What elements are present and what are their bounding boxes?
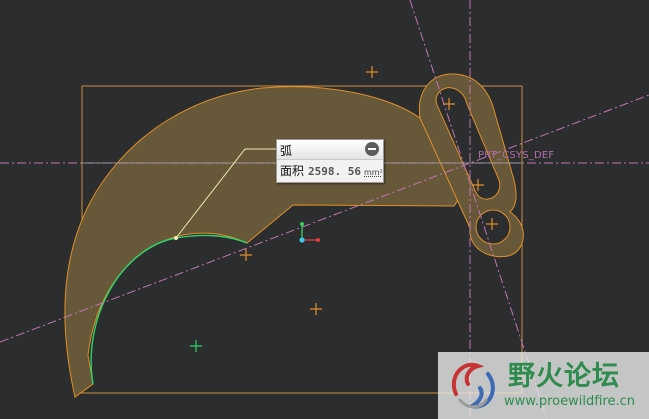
coordinate-triad-icon xyxy=(299,222,320,243)
watermark-site-name: 野火论坛 xyxy=(508,361,620,392)
csys-label: PRT_CSYS_DEF xyxy=(478,150,555,161)
leader-anchor-point xyxy=(174,236,178,240)
watermark: 野火论坛 www.proewildfire.cn xyxy=(438,352,649,419)
area-label: 面积 xyxy=(280,164,305,178)
selection-info-tooltip: 弧 面积 2598. 56 mm² xyxy=(276,139,384,183)
area-value: 2598. 56 xyxy=(308,165,361,178)
part-profile[interactable] xyxy=(64,86,459,398)
pin-hole xyxy=(475,209,511,245)
tooltip-title: 弧 xyxy=(280,144,293,158)
minus-circle-icon[interactable] xyxy=(365,142,379,156)
fire-swirl-logo xyxy=(452,362,495,409)
area-unit: mm² xyxy=(364,168,383,177)
center-point-marker xyxy=(310,303,322,315)
tooltip-area-row: 面积 2598. 56 mm² xyxy=(280,162,383,179)
watermark-url: www.proewildfire.cn xyxy=(504,394,635,409)
center-point-marker xyxy=(240,249,252,261)
center-point-marker xyxy=(366,66,378,78)
tooltip-header: 弧 xyxy=(277,140,383,160)
arc-center-marker xyxy=(190,340,202,352)
